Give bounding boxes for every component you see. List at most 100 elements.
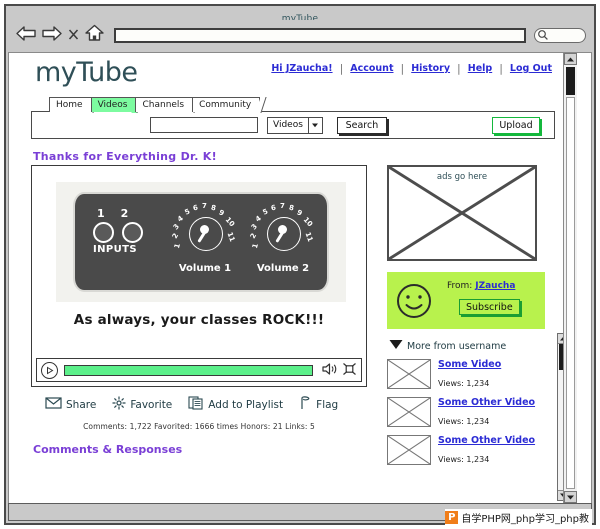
amplifier-panel: 1 2 INPUTS 1 2 3 4 5 6 7 8 9 10 11 Volum… [75,194,327,290]
progress-bar[interactable] [64,364,313,376]
browser-search-box[interactable] [534,26,586,45]
ad-placeholder: ads go here [387,165,537,261]
top-link-account[interactable]: Account [343,63,400,74]
input-jack-2 [122,222,143,243]
list-item[interactable]: Some Other Video Views: 1,234 [387,435,559,466]
knob-tick: 8 [288,203,295,213]
tab-community[interactable]: Community [192,97,267,113]
back-arrow-icon[interactable] [16,25,36,46]
page-scroll-down-icon[interactable] [564,491,577,503]
tab-channels[interactable]: Channels [135,97,200,113]
home-icon[interactable] [85,24,104,46]
fullscreen-icon[interactable] [342,361,357,380]
add-to-playlist-label: Add to Playlist [208,398,284,411]
video-frame-image: 1 2 INPUTS 1 2 3 4 5 6 7 8 9 10 11 Volum… [56,182,346,302]
url-input[interactable] [114,27,526,43]
input-jack-1 [93,222,114,243]
site-logo: myTube [35,57,138,88]
knob-label: Volume 1 [178,263,232,274]
list-item[interactable]: Some Other Video Views: 1,234 [387,397,559,428]
share-label: Share [66,398,97,411]
share-action[interactable]: Share [45,397,96,412]
page-title: Thanks for Everything Dr. K! [33,150,217,163]
amp-input-numbers: 1 2 [93,207,165,220]
watermark-logo-icon: P [445,510,459,524]
knob-tick: 10 [223,215,237,229]
amp-knob-volume-2: 1 2 3 4 5 6 7 8 9 10 11 Volume 2 [243,202,323,274]
page-scrollbar[interactable] [563,53,577,503]
page-scrollbar-thumb[interactable] [566,67,575,95]
knob-tick: 2 [248,231,259,241]
knob-tick: 7 [202,202,207,210]
tab-videos[interactable]: Videos [90,97,144,113]
smiley-face-icon [394,281,434,325]
knob-tick: 11 [225,231,237,243]
knob-ring [189,217,223,251]
watermark-text: 自学PHP网_php学习_php教 [461,513,589,525]
page-scroll-up-icon[interactable] [564,53,577,65]
tab-label: Community [199,100,252,110]
from-label: From: [447,281,473,291]
knob-tick: 1 [172,242,182,250]
search-scope-select[interactable]: Videos [267,116,323,134]
play-icon[interactable] [41,361,58,379]
ad-placeholder-label: ads go here [436,172,488,182]
page-scrollbar-track[interactable] [566,97,575,489]
related-video-views: Views: 1,234 [438,455,490,464]
tab-home[interactable]: Home [49,97,99,113]
top-link-greeting[interactable]: Hi JZaucha! [264,63,339,74]
upload-button[interactable]: Upload [492,116,540,134]
search-button[interactable]: Search [336,116,387,134]
flag-action[interactable]: Flag [299,396,338,413]
subscribe-button[interactable]: Subscribe [459,299,520,315]
player-controls [36,358,362,382]
more-from-toggle[interactable]: More from username [387,339,559,353]
video-action-row: Share Favorite Add to Playlist Flag [31,396,367,413]
tab-label: Videos [97,100,128,110]
knob-tick: 4 [176,214,185,224]
knob-tick: 10 [301,215,315,229]
add-to-playlist-action[interactable]: Add to Playlist [188,396,283,413]
top-link-logout[interactable]: Log Out [503,63,559,74]
knob-tick: 6 [270,203,277,213]
favorite-action[interactable]: Favorite [112,396,172,413]
amp-input-jacks [93,222,165,243]
amp-input-number-2: 2 [120,207,129,220]
video-stats: Comments: 1,722 Favorited: 1666 times Ho… [83,422,315,431]
top-link-history[interactable]: History [404,63,457,74]
comments-heading: Comments & Responses [33,443,183,456]
knob-tick: 4 [254,214,263,224]
top-link-help[interactable]: Help [461,63,499,74]
video-caption: As always, your classes ROCK!!! [73,312,325,328]
amp-knob-volume-1: 1 2 3 4 5 6 7 8 9 10 11 Volume 1 [165,202,245,274]
tab-label: Channels [142,100,185,110]
close-x-icon[interactable] [68,26,79,45]
magnifier-icon [535,26,549,45]
search-input[interactable] [150,117,258,133]
knob-tick: 9 [217,208,226,218]
main-tabs: Home Videos Channels Community [49,97,267,113]
related-video-title[interactable]: Some Video [438,359,501,371]
knob-tick: 2 [170,231,181,241]
video-thumbnail [387,359,431,389]
knob-tick: 5 [183,207,192,217]
knob-tick: 8 [210,203,217,213]
favorite-label: Favorite [130,398,173,411]
related-video-title[interactable]: Some Other Video [438,435,535,447]
amp-input-number-1: 1 [97,207,105,220]
video-thumbnail [387,435,431,465]
page-viewport: myTube Hi JZaucha! | Account | History |… [8,52,592,504]
amp-inputs-group: 1 2 INPUTS [93,207,165,255]
uploader-link[interactable]: JZaucha [475,281,515,291]
screenshot-root: myTube myTube Hi JZaucha! | Account | Hi… [0,0,600,529]
pages-icon [188,396,204,413]
related-video-title[interactable]: Some Other Video [438,397,535,409]
watermark: P 自学PHP网_php学习_php教 [445,509,592,525]
envelope-icon [45,397,62,412]
speaker-icon[interactable] [322,361,339,380]
list-item[interactable]: Some Video Views: 1,234 [387,359,559,390]
knob-tick: 3 [249,222,260,232]
related-videos-list: Some Video Views: 1,234 Some Other Video… [387,359,559,466]
knob-tick: 7 [280,202,285,210]
forward-arrow-icon[interactable] [42,25,62,46]
